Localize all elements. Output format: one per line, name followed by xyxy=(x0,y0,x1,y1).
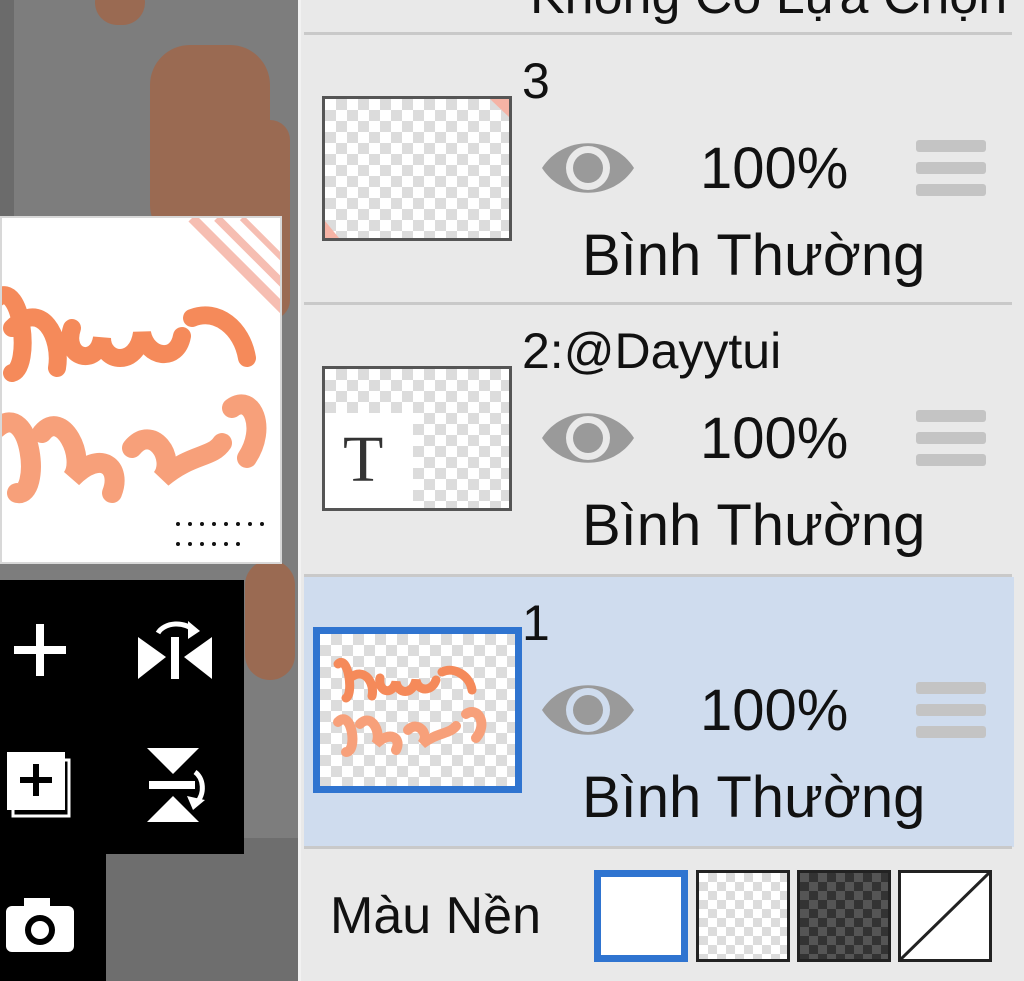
background-white-swatch[interactable] xyxy=(594,870,688,962)
layer-name: 2:@Dayytui xyxy=(522,323,782,379)
layer-opacity[interactable]: 100% xyxy=(700,140,848,198)
camera-icon[interactable] xyxy=(0,884,80,964)
layer-thumbnail[interactable]: T xyxy=(322,366,512,511)
drag-handle-icon[interactable] xyxy=(916,140,986,198)
background-transparent-dark-swatch[interactable] xyxy=(797,870,891,962)
flip-horizontal-icon[interactable] xyxy=(135,610,215,690)
drag-handle-icon[interactable] xyxy=(916,682,986,740)
layer-blend-mode[interactable]: Bình Thường xyxy=(582,769,925,827)
selection-status: Không Có Lựa Chọn xyxy=(530,0,1007,22)
background-color-label: Màu Nền xyxy=(330,887,541,945)
artwork-preview xyxy=(0,216,282,564)
layer-tools-panel xyxy=(0,580,244,854)
artwork-image xyxy=(2,218,280,546)
background-transparent-light-swatch[interactable] xyxy=(696,870,790,962)
visibility-eye-icon[interactable] xyxy=(538,133,638,203)
layer-opacity[interactable]: 100% xyxy=(700,682,848,740)
layer-blend-mode[interactable]: Bình Thường xyxy=(582,497,925,555)
visibility-eye-icon[interactable] xyxy=(538,675,638,745)
layer-thumbnail[interactable] xyxy=(313,627,522,793)
layer-blend-mode[interactable]: Bình Thường xyxy=(582,227,925,285)
duplicate-layer-icon[interactable] xyxy=(0,745,80,825)
layer-thumbnail[interactable] xyxy=(322,96,512,241)
canvas-shadow xyxy=(106,838,298,981)
canvas-area[interactable] xyxy=(0,0,298,981)
add-layer-icon[interactable] xyxy=(0,610,80,690)
layer-opacity[interactable]: 100% xyxy=(700,410,848,468)
drag-handle-icon[interactable] xyxy=(916,410,986,468)
background-none-swatch[interactable] xyxy=(898,870,992,962)
canvas-brush-stroke xyxy=(245,560,295,680)
layer-name: 3 xyxy=(522,53,550,109)
canvas-edge xyxy=(0,0,14,230)
layer-name: 1 xyxy=(522,595,550,651)
canvas-brush-stroke xyxy=(95,0,145,25)
divider xyxy=(304,846,1012,849)
camera-panel xyxy=(0,854,106,981)
visibility-eye-icon[interactable] xyxy=(538,403,638,473)
text-layer-icon: T xyxy=(343,423,384,496)
flip-vertical-icon[interactable] xyxy=(135,745,215,825)
